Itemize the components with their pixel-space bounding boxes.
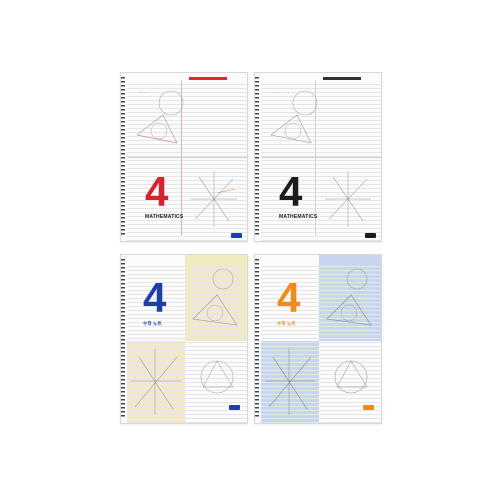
notebook-math-blue: 4 수학 노트 bbox=[254, 254, 382, 424]
spiral-binding bbox=[255, 259, 259, 419]
graph-sketch-icon bbox=[191, 171, 237, 227]
graph-sketch-icon bbox=[325, 171, 371, 227]
spiral-binding bbox=[121, 259, 125, 419]
svg-text:~ ~ ~: ~ ~ ~ bbox=[139, 90, 146, 94]
brand-badge bbox=[363, 405, 374, 410]
graph-sketch-icon bbox=[265, 349, 315, 415]
brand-badge bbox=[229, 405, 240, 410]
spiral-binding bbox=[121, 77, 125, 237]
brand-badge bbox=[365, 233, 376, 238]
graph-sketch-icon bbox=[131, 349, 181, 415]
notebook-mathematics-black: ~ ~ ~ 4 MATHEMATICS bbox=[254, 72, 382, 242]
geometry-sketch-icon: ~ ~ ~ bbox=[136, 90, 184, 144]
cover-number: 4 bbox=[279, 168, 303, 215]
cover-number: 4 bbox=[277, 274, 301, 321]
cover-label-strip bbox=[189, 77, 227, 80]
geometry-sketch-icon bbox=[326, 268, 372, 326]
geometry-sketch-icon: ~ ~ ~ bbox=[270, 90, 318, 144]
cover-number: 4 bbox=[143, 274, 167, 321]
cover-title: MATHEMATICS bbox=[279, 214, 318, 220]
svg-text:~ ~ ~: ~ ~ ~ bbox=[273, 90, 280, 94]
cover-title: 수학 노트 bbox=[277, 321, 296, 326]
cover-title: MATHEMATICS bbox=[145, 214, 184, 220]
geometry-sketch-icon bbox=[192, 268, 238, 326]
middle-divider bbox=[127, 157, 247, 158]
notebook-math-yellow: 4 수학 노트 bbox=[120, 254, 248, 424]
brand-badge bbox=[231, 233, 242, 238]
cover-label-strip bbox=[323, 77, 361, 80]
cover-title: 수학 노트 bbox=[143, 321, 162, 326]
middle-divider bbox=[261, 157, 381, 158]
notebook-mathematics-red: ~ ~ ~ 4 MATHEMATICS bbox=[120, 72, 248, 242]
cover-number: 4 bbox=[145, 168, 169, 215]
spiral-binding bbox=[255, 77, 259, 237]
